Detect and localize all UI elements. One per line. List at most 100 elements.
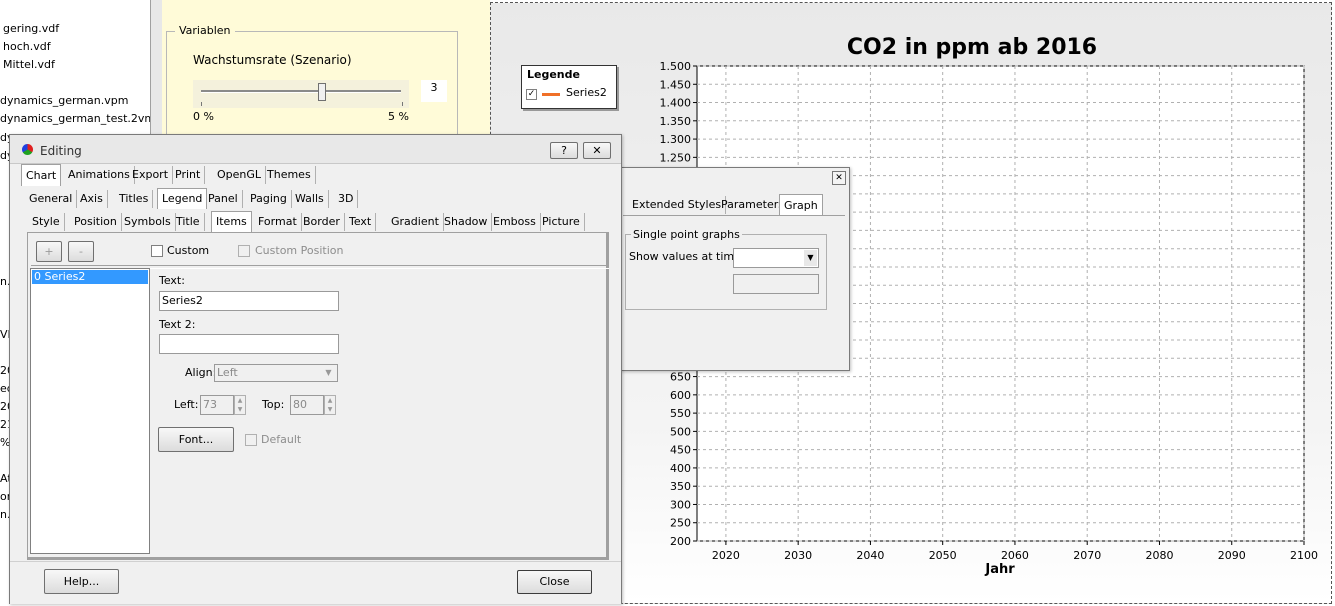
y-tick-label: 200 bbox=[670, 535, 691, 548]
tab-titles[interactable]: Titles bbox=[115, 190, 154, 208]
default-label: Default bbox=[261, 433, 302, 446]
tab-themes[interactable]: Themes bbox=[263, 166, 316, 184]
chart-title: CO2 in ppm ab 2016 bbox=[847, 35, 1097, 60]
tab-emboss[interactable]: Emboss bbox=[489, 213, 541, 231]
legend-series-label: Series2 bbox=[566, 86, 607, 99]
y-tick-label: 1.450 bbox=[660, 78, 692, 91]
default-checkbox[interactable] bbox=[245, 434, 257, 446]
tab-extended-styles[interactable]: Extended Styles bbox=[628, 196, 727, 214]
y-tick-label: 1.350 bbox=[660, 115, 692, 128]
tab-graph[interactable]: Graph bbox=[779, 194, 823, 216]
file-item[interactable]: hoch.vdf bbox=[3, 40, 51, 53]
y-tick-label: 400 bbox=[670, 462, 691, 475]
tab-legend[interactable]: Legend bbox=[157, 188, 208, 209]
y-tick-label: 650 bbox=[670, 371, 691, 384]
list-item[interactable]: 0 Series2 bbox=[32, 270, 148, 284]
tab-shadow[interactable]: Shadow bbox=[440, 213, 493, 231]
tab-items[interactable]: Items bbox=[211, 211, 252, 232]
slider-track bbox=[201, 90, 401, 93]
y-tick-label: 350 bbox=[670, 480, 691, 493]
x-tick-label: 2020 bbox=[712, 549, 740, 562]
x-tick-label: 2050 bbox=[929, 549, 957, 562]
single-point-group bbox=[625, 234, 827, 310]
custom-position-label: Custom Position bbox=[255, 244, 344, 257]
tab-animations[interactable]: Animations bbox=[64, 166, 135, 184]
tab-title[interactable]: Title bbox=[172, 213, 205, 231]
tab-gradient[interactable]: Gradient bbox=[387, 213, 444, 231]
y-tick-label: 1.500 bbox=[660, 60, 692, 73]
items-list[interactable]: 0 Series2 bbox=[30, 268, 150, 554]
x-axis-label: Jahr bbox=[984, 562, 1015, 577]
close-icon[interactable]: ✕ bbox=[583, 142, 611, 159]
slider-max-label: 5 % bbox=[388, 110, 409, 123]
tab-symbols[interactable]: Symbols bbox=[120, 213, 176, 231]
tab-walls[interactable]: Walls bbox=[291, 190, 329, 208]
tab-axis[interactable]: Axis bbox=[76, 190, 108, 208]
tab-text[interactable]: Text bbox=[345, 213, 377, 231]
y-tick-label: 250 bbox=[670, 517, 691, 530]
custom-position-checkbox[interactable] bbox=[238, 245, 250, 257]
chevron-down-icon[interactable]: ▼ bbox=[322, 366, 335, 380]
dialog-title-bar: Editing ? ✕ bbox=[10, 135, 621, 164]
help-title-button[interactable]: ? bbox=[550, 142, 578, 159]
tab-panel[interactable]: Panel bbox=[204, 190, 243, 208]
file-item[interactable]: dynamics_german_test.2vm bbox=[0, 112, 152, 125]
file-item[interactable]: dynamics_german.vpm bbox=[0, 94, 128, 107]
close-button[interactable]: Close bbox=[517, 570, 592, 594]
y-tick-label: 1.250 bbox=[660, 151, 692, 164]
chart-legend[interactable]: Legende ✓ Series2 bbox=[521, 65, 617, 109]
left-spinner-arrows[interactable]: ▲ ▼ bbox=[234, 395, 246, 415]
text-field[interactable]: Series2 bbox=[159, 291, 339, 311]
tab-position[interactable]: Position bbox=[70, 213, 122, 231]
y-tick-label: 600 bbox=[670, 389, 691, 402]
custom-label: Custom bbox=[167, 244, 210, 257]
file-item[interactable]: Mittel.vdf bbox=[3, 58, 55, 71]
x-tick-label: 2080 bbox=[1145, 549, 1173, 562]
y-tick-label: 550 bbox=[670, 407, 691, 420]
file-item[interactable]: gering.vdf bbox=[3, 22, 59, 35]
remove-item-button[interactable]: - bbox=[68, 241, 94, 262]
tab-opengl[interactable]: OpenGL bbox=[213, 166, 267, 184]
slider-title: Wachstumsrate (Szenario) bbox=[193, 53, 352, 67]
x-tick-label: 2030 bbox=[784, 549, 812, 562]
slider-ticks bbox=[201, 102, 403, 106]
tab-3d[interactable]: 3D bbox=[334, 190, 359, 208]
tab-style[interactable]: Style bbox=[28, 213, 65, 231]
tab-export[interactable]: Export bbox=[128, 166, 174, 184]
help-button[interactable]: Help... bbox=[44, 569, 119, 594]
align-select[interactable]: Left bbox=[214, 364, 338, 382]
text2-field[interactable] bbox=[159, 334, 339, 354]
variables-group-label: Variablen bbox=[175, 24, 235, 37]
show-values-extra-field bbox=[733, 274, 819, 294]
slider-thumb[interactable] bbox=[318, 83, 326, 101]
align-label: Align: bbox=[185, 366, 217, 379]
legend-series-checkbox[interactable]: ✓ bbox=[526, 89, 537, 100]
y-tick-label: 300 bbox=[670, 498, 691, 511]
font-button[interactable]: Font... bbox=[158, 427, 234, 452]
left-spinner[interactable]: 73 bbox=[200, 395, 234, 415]
tab-paging[interactable]: Paging bbox=[246, 190, 292, 208]
y-tick-label: 1.300 bbox=[660, 133, 692, 146]
tab-format[interactable]: Format bbox=[254, 213, 302, 231]
tab-chart[interactable]: Chart bbox=[21, 164, 62, 186]
tab-print[interactable]: Print bbox=[171, 166, 206, 184]
show-values-label: Show values at time bbox=[629, 250, 741, 263]
graph-options-dialog: ✕ Extended Styles Parameters Graph Singl… bbox=[620, 167, 850, 371]
tab-general[interactable]: General bbox=[25, 190, 78, 208]
left-label: Left: bbox=[174, 398, 199, 411]
custom-checkbox[interactable] bbox=[151, 245, 163, 257]
tab-border[interactable]: Border bbox=[299, 213, 345, 231]
slider-min-label: 0 % bbox=[193, 110, 214, 123]
top-spinner[interactable]: 80 bbox=[290, 395, 324, 415]
y-tick-label: 500 bbox=[670, 425, 691, 438]
top-label: Top: bbox=[262, 398, 285, 411]
close-icon[interactable]: ✕ bbox=[832, 171, 846, 185]
top-spinner-arrows[interactable]: ▲ ▼ bbox=[324, 395, 336, 415]
tab-picture[interactable]: Picture bbox=[538, 213, 585, 231]
slider-value: 3 bbox=[421, 80, 447, 102]
chevron-down-icon[interactable]: ▼ bbox=[804, 250, 817, 266]
single-point-group-label: Single point graphs bbox=[631, 228, 742, 241]
legend-title: Legende bbox=[527, 68, 580, 81]
growth-rate-slider[interactable] bbox=[193, 80, 409, 108]
add-item-button[interactable]: + bbox=[36, 241, 62, 262]
